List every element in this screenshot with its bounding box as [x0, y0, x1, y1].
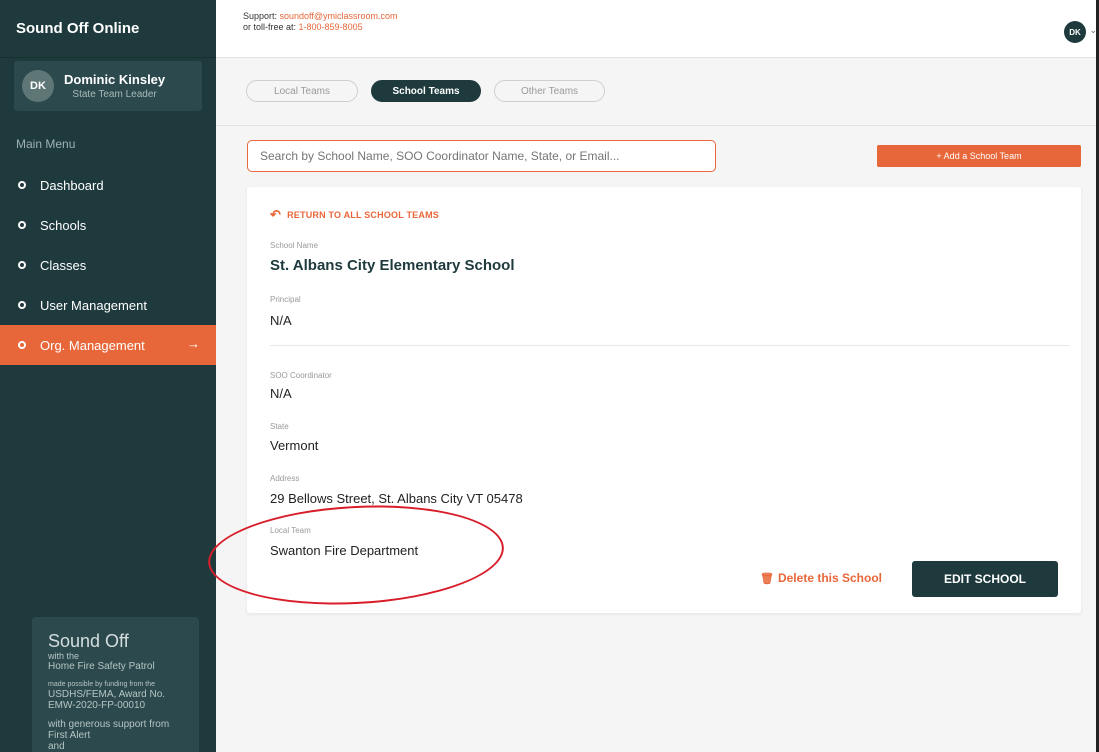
return-label: RETURN TO ALL SCHOOL TEAMS [287, 210, 439, 220]
bullet-icon [18, 181, 26, 189]
address-value: 29 Bellows Street, St. Albans City VT 05… [270, 491, 523, 506]
sidebar: Sound Off Online DK Dominic Kinsley Stat… [0, 0, 216, 752]
divider [216, 125, 1099, 126]
avatar: DK [22, 70, 54, 102]
sidebar-item-label: Org. Management [40, 337, 145, 353]
state-value: Vermont [270, 438, 319, 453]
bullet-icon [18, 301, 26, 309]
promo-text: with generous support from [48, 719, 170, 730]
sidebar-item-label: Dashboard [40, 177, 104, 193]
tollfree-number-link[interactable]: 1-800-859-8005 [299, 22, 363, 32]
sidebar-item-dashboard[interactable]: Dashboard [0, 165, 216, 205]
tollfree-prefix: or toll-free at: [243, 22, 299, 32]
sponsor-panel: Sound Off with the Home Fire Safety Patr… [32, 617, 199, 752]
support-prefix: Support: [243, 11, 280, 21]
bullet-icon [18, 221, 26, 229]
user-card[interactable]: DK Dominic Kinsley State Team Leader [14, 61, 202, 111]
state-label: State [270, 422, 289, 431]
delete-school-button[interactable]: 🗑 Delete this School [760, 571, 882, 585]
promo-text: and [48, 741, 65, 752]
school-name-value: St. Albans City Elementary School [270, 257, 515, 274]
user-name: Dominic Kinsley [64, 72, 166, 87]
promo-title: Sound Off [48, 631, 129, 651]
tab-school-teams[interactable]: School Teams [371, 80, 481, 102]
bullet-icon [18, 341, 26, 349]
tab-local-teams[interactable]: Local Teams [246, 80, 358, 102]
bullet-icon [18, 261, 26, 269]
promo-text: USDHS/FEMA, Award No. [48, 689, 166, 700]
undo-arrow-icon: ↶ [270, 207, 282, 222]
arrow-right-icon: → [187, 336, 200, 351]
sidebar-item-label: Schools [40, 217, 87, 233]
search-input[interactable] [247, 140, 716, 172]
support-info: Support: soundoff@ymiclassroom.com or to… [243, 11, 398, 33]
sidebar-item-user-management[interactable]: User Management [0, 285, 216, 325]
principal-value: N/A [270, 313, 292, 328]
sidebar-item-label: Classes [40, 257, 87, 273]
section-divider [270, 345, 1070, 346]
trash-icon: 🗑 [760, 572, 774, 585]
coordinator-value: N/A [270, 386, 292, 401]
sidebar-item-org-management[interactable]: Org. Management → [0, 325, 216, 365]
promo-text: EMW-2020-FP-00010 [48, 700, 146, 711]
local-team-label: Local Team [270, 526, 311, 535]
sidebar-item-schools[interactable]: Schools [0, 205, 216, 245]
top-bar: Support: soundoff@ymiclassroom.com or to… [216, 0, 1099, 58]
promo-text: First Alert [48, 730, 91, 741]
user-role: State Team Leader [72, 89, 157, 100]
school-detail-card: ↶ RETURN TO ALL SCHOOL TEAMS School Name… [247, 187, 1081, 613]
promo-text: made possible by funding from the [48, 681, 156, 688]
sidebar-item-classes[interactable]: Classes [0, 245, 216, 285]
app-brand[interactable]: Sound Off Online [0, 0, 216, 58]
return-link[interactable]: ↶ RETURN TO ALL SCHOOL TEAMS [270, 207, 439, 223]
main-menu-label: Main Menu [16, 137, 76, 151]
sidebar-item-label: User Management [40, 297, 147, 313]
address-label: Address [270, 474, 300, 483]
school-name-label: School Name [270, 241, 319, 250]
edit-school-button[interactable]: EDIT SCHOOL [912, 561, 1058, 597]
team-tabs: Local Teams School Teams Other Teams [246, 80, 605, 102]
tab-other-teams[interactable]: Other Teams [494, 80, 605, 102]
promo-text: Home Fire Safety Patrol [48, 661, 155, 672]
add-school-team-button[interactable]: + Add a School Team [877, 145, 1081, 167]
local-team-value: Swanton Fire Department [270, 543, 419, 558]
user-menu-avatar[interactable]: DK [1064, 21, 1086, 43]
support-email-link[interactable]: soundoff@ymiclassroom.com [280, 11, 398, 21]
coordinator-label: SOO Coordinator [270, 371, 332, 380]
principal-label: Principal [270, 295, 301, 304]
delete-label: Delete this School [777, 571, 882, 585]
promo-text: with the [48, 651, 80, 661]
